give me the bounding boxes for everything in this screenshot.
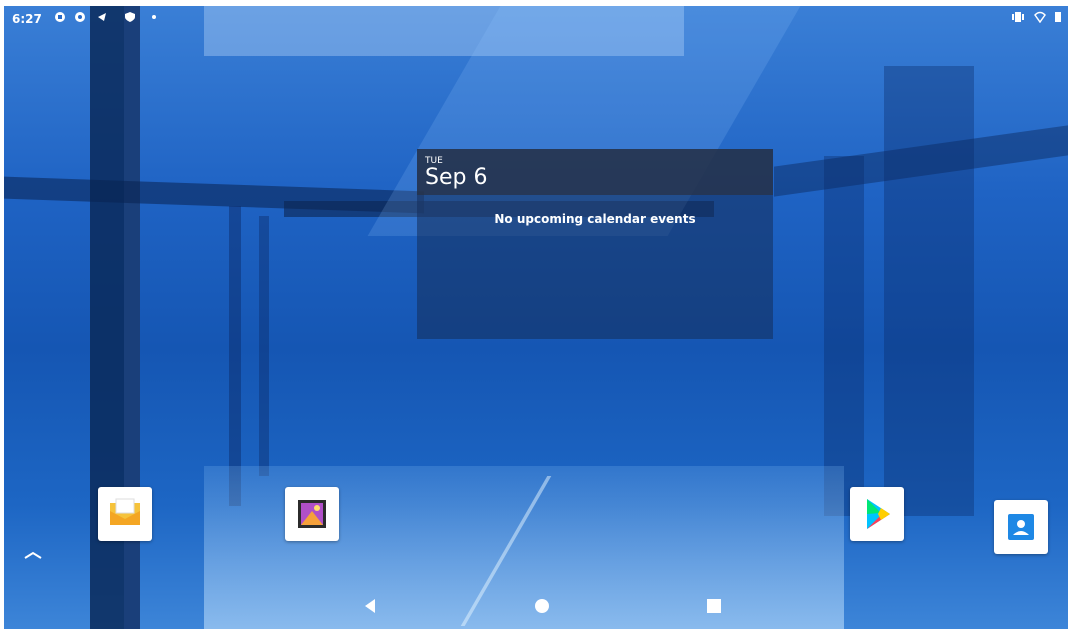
back-icon[interactable] (358, 594, 382, 618)
envelope-icon (110, 498, 140, 525)
wallpaper-panel (259, 216, 269, 476)
recents-icon[interactable] (702, 594, 726, 618)
email-app-icon[interactable] (98, 487, 152, 541)
app-drawer-button[interactable] (22, 549, 44, 565)
play-icon (867, 499, 890, 529)
wallpaper-panel (884, 66, 974, 516)
navigation-icon (98, 13, 106, 21)
chevron-up-icon (24, 551, 42, 559)
calendar-widget-header[interactable]: TUE Sep 6 (417, 149, 773, 195)
calendar-widget[interactable]: TUE Sep 6 No upcoming calendar events (417, 149, 773, 339)
contact-card-icon (1008, 514, 1034, 540)
status-bar: 6:27 (4, 6, 1068, 32)
play-store-app-icon[interactable] (850, 487, 904, 541)
calendar-empty-message: No upcoming calendar events (494, 212, 696, 226)
navigation-bar (4, 584, 1068, 629)
sync-icon (55, 12, 65, 22)
wallpaper-panel (824, 156, 864, 516)
home-icon[interactable] (530, 594, 554, 618)
contacts-app-icon[interactable] (994, 500, 1048, 554)
wifi-icon (1034, 11, 1046, 23)
battery-icon (1055, 12, 1061, 22)
photo-icon (298, 500, 326, 528)
wallpaper-panel (229, 206, 241, 506)
dot-icon (152, 15, 156, 19)
calendar-date-label: Sep 6 (425, 165, 488, 190)
status-time: 6:27 (12, 12, 42, 26)
vibrate-icon (1012, 12, 1024, 22)
settings-icon (75, 12, 85, 22)
home-screen: 6:27 TUE Sep 6 No upcoming calendar even… (4, 6, 1068, 629)
gallery-app-icon[interactable] (285, 487, 339, 541)
shield-icon (125, 12, 135, 22)
